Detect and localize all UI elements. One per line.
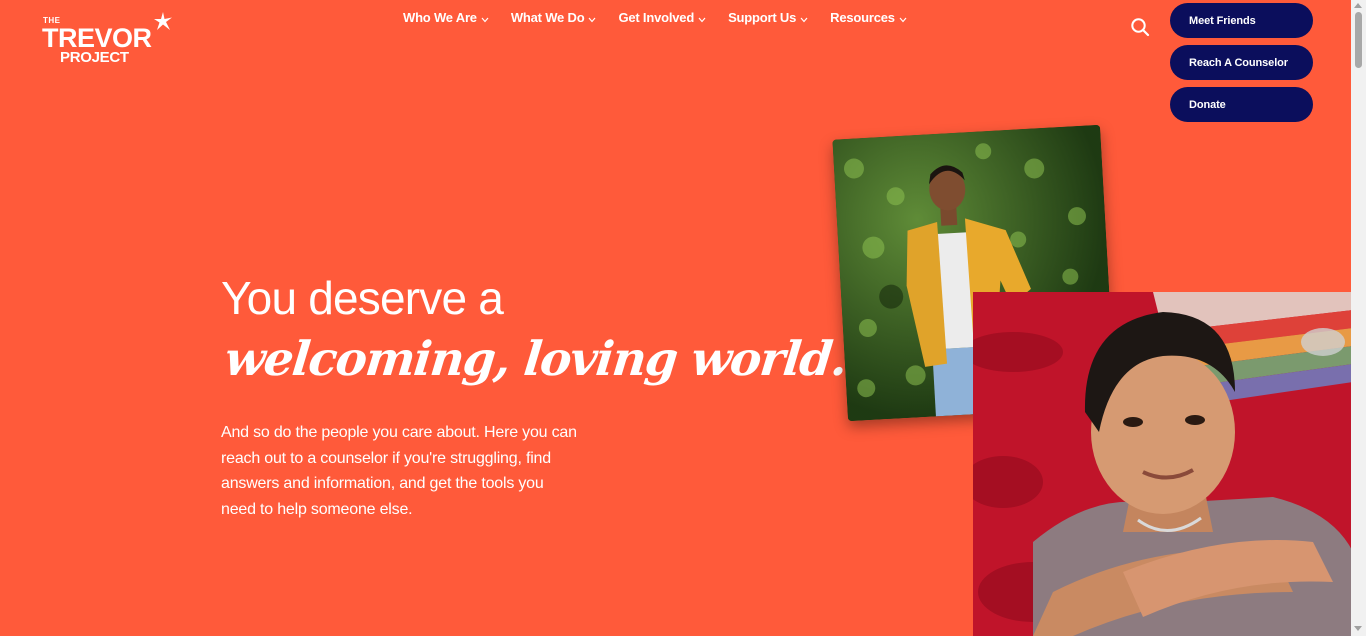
search-icon[interactable] — [1130, 17, 1150, 37]
nav-label: Resources — [830, 10, 895, 25]
nav-item-who-we-are[interactable]: Who We Are — [403, 10, 489, 25]
nav-label: What We Do — [510, 10, 585, 25]
trevor-project-logo[interactable]: THE TREVOR PROJECT — [42, 10, 177, 68]
nav-item-resources[interactable]: Resources — [830, 10, 907, 25]
chevron-down-icon — [588, 17, 596, 23]
donate-button[interactable]: Donate — [1170, 87, 1313, 122]
nav-label: Get Involved — [618, 10, 695, 25]
hero-photo-smiling-person — [973, 292, 1353, 636]
logo-trevor: TREVOR — [42, 23, 152, 53]
nav-label: Who We Are — [403, 10, 477, 25]
chevron-down-icon — [698, 17, 706, 23]
star-icon — [154, 12, 172, 30]
nav-label: Support Us — [728, 10, 797, 25]
scroll-thumb[interactable] — [1355, 12, 1362, 68]
page-scrollbar[interactable] — [1351, 0, 1366, 636]
nav-item-what-we-do[interactable]: What We Do — [511, 10, 597, 25]
chevron-down-icon — [899, 17, 907, 23]
scroll-up-arrow-icon[interactable] — [1354, 3, 1362, 8]
main-nav: Who We Are What We Do Get Involved Suppo… — [403, 10, 907, 25]
chevron-down-icon — [481, 17, 489, 23]
hero-headline: You deserve a — [221, 272, 504, 324]
hero-body-text: And so do the people you care about. Her… — [221, 424, 577, 518]
nav-item-get-involved[interactable]: Get Involved — [618, 10, 706, 25]
meet-friends-button[interactable]: Meet Friends — [1170, 3, 1313, 38]
logo-project: PROJECT — [60, 49, 129, 66]
hero-script-headline: welcoming, loving world. — [222, 332, 849, 387]
reach-counselor-button[interactable]: Reach A Counselor — [1170, 45, 1313, 80]
scroll-down-arrow-icon[interactable] — [1354, 626, 1362, 631]
chevron-down-icon — [800, 17, 808, 23]
nav-item-support-us[interactable]: Support Us — [728, 10, 808, 25]
photo-illustration — [973, 292, 1353, 636]
